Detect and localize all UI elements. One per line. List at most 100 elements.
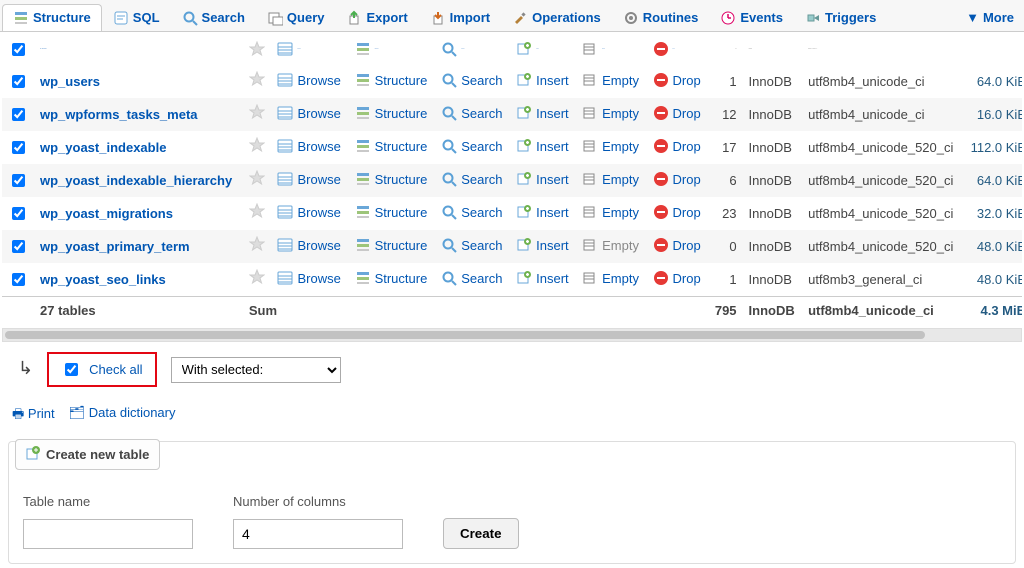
row-checkbox[interactable]	[12, 174, 25, 187]
drop-action[interactable]: Drop	[653, 270, 701, 286]
row-collation: utf8mb4_unicode_520_ci	[802, 164, 963, 197]
row-checkbox[interactable]	[12, 43, 25, 56]
search-action[interactable]: Search	[441, 204, 502, 220]
row-checkbox[interactable]	[12, 273, 25, 286]
search-action[interactable]: Search	[441, 171, 502, 187]
favorite-star-icon[interactable]	[249, 239, 265, 256]
row-checkbox[interactable]	[12, 108, 25, 121]
drop-action[interactable]: Drop	[653, 237, 701, 253]
row-checkbox[interactable]	[12, 207, 25, 220]
favorite-star-icon[interactable]	[249, 107, 265, 124]
empty-action[interactable]: Empty	[582, 237, 639, 253]
structure-action[interactable]: Structure	[355, 41, 379, 57]
favorite-star-icon[interactable]	[249, 272, 265, 289]
table-name-link[interactable]: wp_yoast_migrations	[40, 206, 173, 221]
favorite-star-icon[interactable]	[249, 140, 265, 157]
insert-action[interactable]: Insert	[516, 105, 569, 121]
empty-action[interactable]: Empty	[582, 270, 639, 286]
insert-action[interactable]: Insert	[516, 72, 569, 88]
structure-action[interactable]: Structure	[355, 171, 428, 187]
table-name-link[interactable]: wp_usermeta	[40, 49, 46, 50]
tab-sql[interactable]: SQL	[102, 4, 171, 32]
drop-action[interactable]: Drop	[653, 72, 701, 88]
table-name-link[interactable]: wp_yoast_seo_links	[40, 272, 166, 287]
tab-routines[interactable]: Routines	[612, 4, 710, 32]
tab-search[interactable]: Search	[171, 4, 256, 32]
search-action[interactable]: Search	[441, 105, 502, 121]
empty-action[interactable]: Empty	[582, 41, 605, 57]
insert-action[interactable]: Insert	[516, 41, 539, 57]
search-action[interactable]: Search	[441, 72, 502, 88]
check-all-label[interactable]: Check all	[89, 362, 142, 377]
structure-action[interactable]: Structure	[355, 72, 428, 88]
check-all-checkbox[interactable]	[65, 363, 78, 376]
browse-icon	[277, 105, 293, 121]
browse-action[interactable]: Browse	[277, 105, 340, 121]
tab-query[interactable]: Query	[256, 4, 336, 32]
browse-action[interactable]: Browse	[277, 237, 340, 253]
browse-action[interactable]: Browse	[277, 138, 340, 154]
tab-import[interactable]: Import	[419, 4, 501, 32]
empty-action[interactable]: Empty	[582, 105, 639, 121]
row-count: 17	[708, 131, 742, 164]
row-size: 32.0 KiB	[963, 197, 1022, 230]
with-selected-dropdown[interactable]: With selected:	[171, 357, 341, 383]
empty-action[interactable]: Empty	[582, 72, 639, 88]
favorite-star-icon[interactable]	[249, 206, 265, 223]
table-name-link[interactable]: wp_yoast_primary_term	[40, 239, 190, 254]
row-checkbox[interactable]	[12, 75, 25, 88]
favorite-star-icon[interactable]	[249, 44, 265, 61]
row-count: 6	[708, 164, 742, 197]
drop-action[interactable]: Drop	[653, 204, 701, 220]
structure-action[interactable]: Structure	[355, 204, 428, 220]
data-dictionary-link[interactable]: 🗂 Data dictionary	[69, 405, 176, 427]
favorite-star-icon[interactable]	[249, 173, 265, 190]
structure-action[interactable]: Structure	[355, 105, 428, 121]
browse-action[interactable]: Browse	[277, 270, 340, 286]
drop-action[interactable]: Drop	[653, 41, 675, 57]
search-action[interactable]: Search	[441, 41, 464, 57]
num-columns-input[interactable]	[233, 519, 403, 549]
row-checkbox[interactable]	[12, 240, 25, 253]
table-name-link[interactable]: wp_yoast_indexable	[40, 140, 166, 155]
tab-operations[interactable]: Operations	[501, 4, 612, 32]
print-link[interactable]: 🖶 Print	[12, 405, 55, 427]
drop-action[interactable]: Drop	[653, 171, 701, 187]
search-action[interactable]: Search	[441, 237, 502, 253]
insert-action[interactable]: Insert	[516, 270, 569, 286]
browse-action[interactable]: Browse	[277, 72, 340, 88]
search-action[interactable]: Search	[441, 270, 502, 286]
browse-action[interactable]: Browse	[277, 204, 340, 220]
create-button[interactable]: Create	[443, 518, 519, 549]
insert-action[interactable]: Insert	[516, 237, 569, 253]
search-action[interactable]: Search	[441, 138, 502, 154]
insert-action[interactable]: Insert	[516, 138, 569, 154]
tab-structure[interactable]: Structure	[2, 4, 102, 32]
table-name-input[interactable]	[23, 519, 193, 549]
structure-action[interactable]: Structure	[355, 237, 428, 253]
insert-action[interactable]: Insert	[516, 171, 569, 187]
row-collation: utf8mb4_unicode_ci	[802, 34, 963, 65]
empty-icon	[582, 105, 598, 121]
structure-action[interactable]: Structure	[355, 270, 428, 286]
tab-events[interactable]: Events	[709, 4, 794, 32]
table-name-link[interactable]: wp_wpforms_tasks_meta	[40, 107, 198, 122]
insert-action[interactable]: Insert	[516, 204, 569, 220]
drop-action[interactable]: Drop	[653, 138, 701, 154]
empty-action[interactable]: Empty	[582, 138, 639, 154]
tab-triggers[interactable]: Triggers	[794, 4, 887, 32]
empty-action[interactable]: Empty	[582, 171, 639, 187]
row-checkbox[interactable]	[12, 141, 25, 154]
browse-action[interactable]: Browse	[277, 171, 340, 187]
table-name-link[interactable]: wp_yoast_indexable_hierarchy	[40, 173, 232, 188]
favorite-star-icon[interactable]	[249, 74, 265, 91]
tab-more[interactable]: ▼ More	[958, 5, 1022, 30]
tab-export[interactable]: Export	[335, 4, 418, 32]
empty-action[interactable]: Empty	[582, 204, 639, 220]
table-name-link[interactable]: wp_users	[40, 74, 100, 89]
drop-action[interactable]: Drop	[653, 105, 701, 121]
browse-action[interactable]: Browse	[277, 41, 300, 57]
drop-icon	[653, 138, 669, 154]
horizontal-scrollbar[interactable]	[2, 328, 1022, 342]
structure-action[interactable]: Structure	[355, 138, 428, 154]
